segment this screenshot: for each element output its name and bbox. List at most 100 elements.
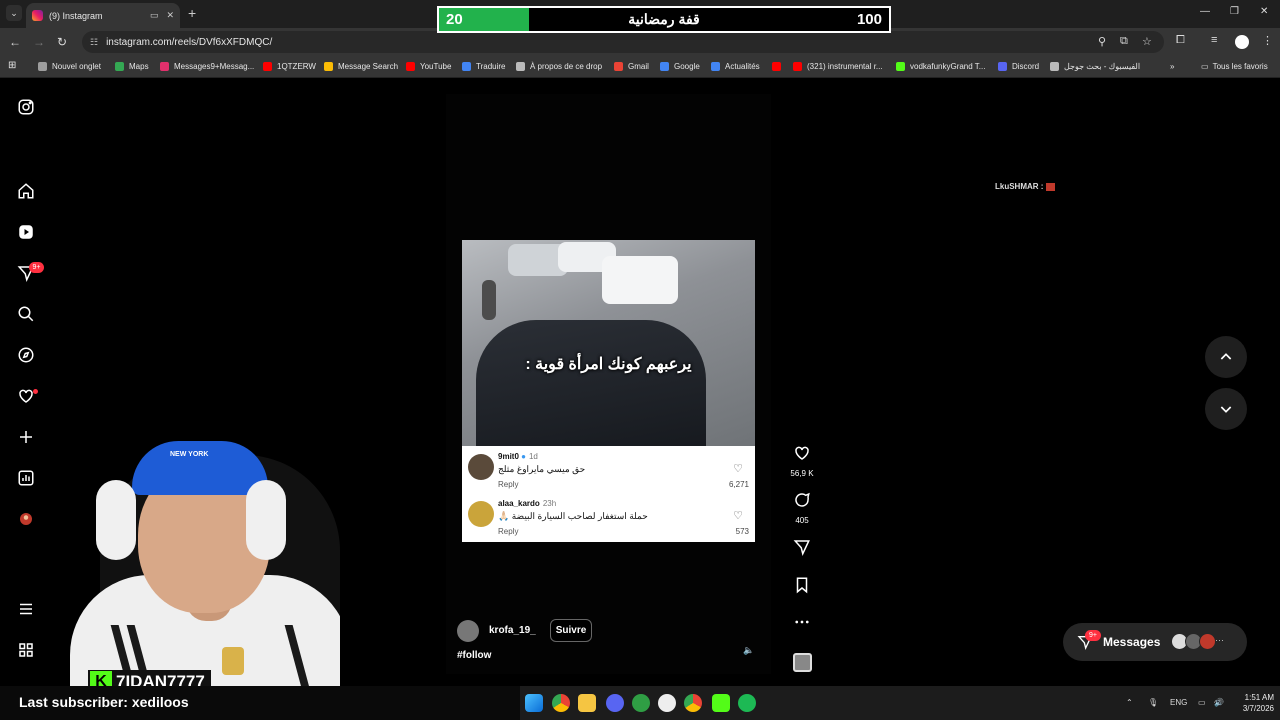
start-button-icon[interactable] bbox=[525, 694, 543, 712]
media-controls-icon[interactable]: ≡ bbox=[1211, 34, 1217, 46]
news-icon bbox=[711, 62, 720, 71]
show-hidden-icons[interactable]: ⌃ bbox=[1126, 698, 1133, 707]
apps-grid-icon[interactable]: ⊞ bbox=[8, 60, 16, 71]
install-app-icon[interactable]: ⧉ bbox=[1120, 35, 1128, 48]
comment-heart-icon: ♡ bbox=[733, 510, 743, 522]
bookmark-item[interactable] bbox=[772, 62, 786, 71]
bookmark-item[interactable]: Traduire bbox=[462, 62, 506, 71]
file-explorer-icon[interactable] bbox=[578, 694, 596, 712]
kick-taskbar-icon[interactable] bbox=[712, 694, 730, 712]
app-icon[interactable] bbox=[632, 694, 650, 712]
audio-thumbnail[interactable] bbox=[793, 653, 812, 672]
chrome-active-icon[interactable] bbox=[684, 694, 702, 712]
bookmark-item[interactable]: Message Search bbox=[324, 62, 398, 71]
dashboard-icon[interactable] bbox=[14, 466, 38, 490]
obs-icon[interactable] bbox=[658, 694, 676, 712]
site-info-icon[interactable]: ☷ bbox=[90, 37, 98, 48]
next-reel-button[interactable] bbox=[1205, 388, 1247, 430]
picture-in-picture-icon[interactable]: ▭ bbox=[150, 10, 159, 21]
bookmark-item[interactable]: Google bbox=[660, 62, 700, 71]
share-icon[interactable] bbox=[790, 538, 814, 561]
forward-button[interactable]: → bbox=[33, 35, 45, 49]
home-icon[interactable] bbox=[14, 179, 38, 203]
like-heart-icon bbox=[795, 446, 809, 460]
notifications-badge: 9+ bbox=[29, 262, 44, 273]
chrome-icon[interactable] bbox=[552, 694, 570, 712]
like-action[interactable]: 56,9 K bbox=[790, 444, 814, 478]
create-plus-icon[interactable] bbox=[14, 425, 38, 449]
bookmark-item[interactable]: Maps bbox=[115, 62, 149, 71]
follow-button[interactable]: Suivre bbox=[549, 619, 593, 642]
instagram-logo-icon[interactable] bbox=[14, 95, 38, 119]
comment-action[interactable]: 405 bbox=[790, 491, 814, 525]
comments-count: 405 bbox=[795, 516, 809, 525]
maps-icon bbox=[115, 62, 124, 71]
comment-text: حق ميسي مايراوغ مثلج bbox=[498, 464, 586, 474]
search-icon[interactable] bbox=[14, 302, 38, 326]
extensions-icon[interactable]: ⧠ bbox=[1176, 34, 1185, 47]
network-icon[interactable]: ▭ bbox=[1198, 698, 1206, 707]
bookmark-item[interactable]: Nouvel onglet bbox=[38, 62, 101, 71]
comment-username: 9mit0 bbox=[498, 452, 519, 461]
bookmark-item[interactable]: Messages9+Messag... bbox=[160, 62, 254, 71]
profile-avatar[interactable] bbox=[1235, 35, 1249, 49]
previous-reel-button[interactable] bbox=[1205, 336, 1247, 378]
youtube-icon bbox=[793, 62, 802, 71]
discord-taskbar-icon[interactable] bbox=[606, 694, 624, 712]
bookmark-label: Message Search bbox=[338, 62, 399, 71]
bookmark-star-icon[interactable]: ☆ bbox=[1142, 35, 1152, 48]
bookmark-label: Maps bbox=[129, 62, 149, 71]
bookmark-item[interactable]: À propos de ce drop bbox=[516, 62, 602, 71]
more-menu-icon[interactable] bbox=[14, 597, 38, 621]
profile-avatar-icon[interactable] bbox=[14, 507, 38, 531]
comment-likes: 6,271 bbox=[728, 480, 749, 489]
chevron-down-icon bbox=[1220, 406, 1232, 413]
spotify-icon[interactable] bbox=[738, 694, 756, 712]
language-indicator[interactable]: ENG bbox=[1170, 698, 1187, 707]
youtube-icon bbox=[406, 62, 415, 71]
bookmark-label: Gmail bbox=[628, 62, 649, 71]
tab-instagram[interactable]: (9) Instagram ▭ ✕ bbox=[26, 3, 180, 28]
tab-title: (9) Instagram bbox=[49, 10, 103, 21]
bookmark-item[interactable]: 1QTZERW bbox=[263, 62, 316, 71]
more-bookmarks-icon[interactable]: » bbox=[1170, 62, 1174, 71]
volume-tray-icon[interactable]: 🔊 bbox=[1214, 698, 1224, 707]
account-avatar[interactable] bbox=[457, 619, 479, 642]
reel-hashtag[interactable]: #follow bbox=[457, 650, 491, 661]
recent-contacts-avatars: ⋯ bbox=[1171, 633, 1229, 651]
reload-button[interactable]: ↻ bbox=[57, 35, 67, 49]
tab-search-dropdown[interactable]: ⌄ bbox=[6, 5, 22, 21]
restore-button[interactable]: ❐ bbox=[1230, 6, 1239, 17]
comment-age: 23h bbox=[542, 499, 557, 508]
reels-icon[interactable] bbox=[14, 220, 38, 244]
zoom-icon[interactable]: ⚲ bbox=[1098, 35, 1106, 48]
bookmark-item[interactable]: vodkafunkyGrand T... bbox=[896, 62, 985, 71]
volume-icon[interactable]: 🔈 bbox=[743, 645, 757, 657]
minimize-button[interactable]: — bbox=[1200, 6, 1210, 17]
bookmark-item[interactable]: Discord bbox=[998, 62, 1039, 71]
bookmark-item[interactable]: Gmail bbox=[614, 62, 649, 71]
notifications-heart-icon[interactable] bbox=[14, 384, 38, 408]
system-clock[interactable]: 1:51 AM 3/7/2026 bbox=[1230, 692, 1274, 714]
browser-menu-icon[interactable]: ⋮ bbox=[1262, 34, 1273, 47]
also-from-meta-icon[interactable] bbox=[14, 638, 38, 662]
bookmark-item[interactable]: YouTube bbox=[406, 62, 451, 71]
messages-button[interactable]: Messages ⋯ bbox=[1063, 623, 1247, 661]
save-bookmark-icon[interactable] bbox=[790, 576, 814, 599]
bookmark-item[interactable]: Actualités bbox=[711, 62, 760, 71]
account-name[interactable]: krofa_19_ bbox=[489, 625, 536, 636]
new-tab-button[interactable]: + bbox=[188, 5, 196, 21]
address-bar[interactable]: ☷ instagram.com/reels/DVf6xXFDMQC/ ⚲ ⧉ ☆ bbox=[82, 31, 1164, 53]
cap-text: NEW YORK bbox=[170, 451, 209, 458]
back-button[interactable]: ← bbox=[9, 35, 21, 49]
microphone-icon[interactable]: 🎙 bbox=[1148, 698, 1158, 707]
bookmark-item[interactable]: الفيسبوك - بحث جوجل bbox=[1050, 62, 1140, 71]
bookmark-item[interactable]: (321) instrumental r... bbox=[793, 62, 883, 71]
club-crest bbox=[222, 647, 244, 675]
bookmark-label: Traduire bbox=[476, 62, 506, 71]
close-tab-icon[interactable]: ✕ bbox=[166, 10, 174, 21]
close-window-button[interactable]: ✕ bbox=[1260, 6, 1268, 17]
explore-compass-icon[interactable] bbox=[14, 343, 38, 367]
more-options-icon[interactable] bbox=[790, 613, 814, 636]
all-bookmarks-folder[interactable]: ▭ Tous les favoris bbox=[1201, 62, 1268, 71]
